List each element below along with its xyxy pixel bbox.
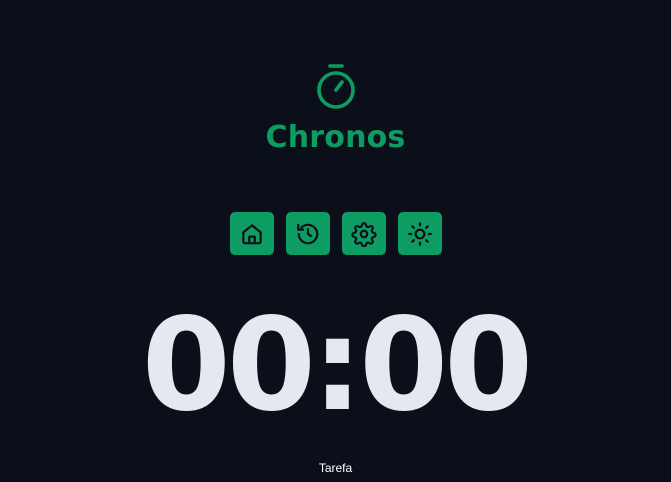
- logo: Chronos: [0, 62, 671, 156]
- settings-button[interactable]: [341, 212, 386, 255]
- sun-icon: [407, 221, 432, 246]
- theme-toggle-button[interactable]: [397, 212, 442, 255]
- countdown-display: 00:00: [141, 291, 533, 440]
- settings-icon: [350, 221, 377, 247]
- history-button[interactable]: [285, 212, 330, 255]
- home-icon: [241, 223, 262, 244]
- history-icon: [296, 223, 318, 244]
- stopwatch-icon: [316, 64, 355, 109]
- main-menu: [0, 212, 671, 255]
- task-label: Tarefa: [318, 461, 353, 475]
- home-button[interactable]: [229, 212, 274, 255]
- app-title: Chronos: [265, 120, 406, 155]
